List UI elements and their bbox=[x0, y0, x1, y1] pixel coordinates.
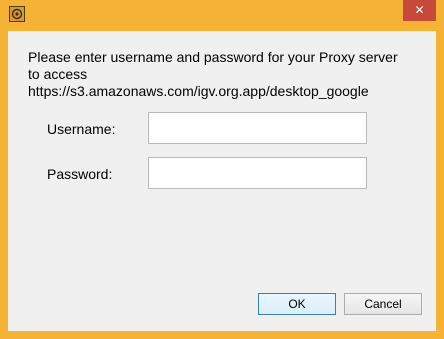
prompt-message: Please enter username and password for y… bbox=[28, 49, 428, 100]
ok-button[interactable]: OK bbox=[258, 293, 336, 315]
dialog-body: Please enter username and password for y… bbox=[8, 31, 436, 331]
message-line: to access bbox=[28, 66, 88, 82]
igv-app-icon[interactable] bbox=[9, 6, 25, 22]
message-line: https://s3.amazonaws.com/igv.org.app/des… bbox=[28, 83, 369, 99]
username-field[interactable] bbox=[148, 112, 367, 144]
proxy-auth-dialog: ✕ Please enter username and password for… bbox=[0, 0, 444, 339]
username-label: Username: bbox=[47, 121, 116, 137]
close-icon[interactable]: ✕ bbox=[403, 0, 436, 21]
message-line: Please enter username and password for y… bbox=[28, 49, 398, 65]
password-field[interactable] bbox=[148, 157, 367, 189]
cancel-button[interactable]: Cancel bbox=[344, 293, 422, 315]
window-bottom-border bbox=[0, 331, 444, 339]
password-label: Password: bbox=[47, 166, 113, 182]
title-bar[interactable]: ✕ bbox=[0, 0, 444, 30]
